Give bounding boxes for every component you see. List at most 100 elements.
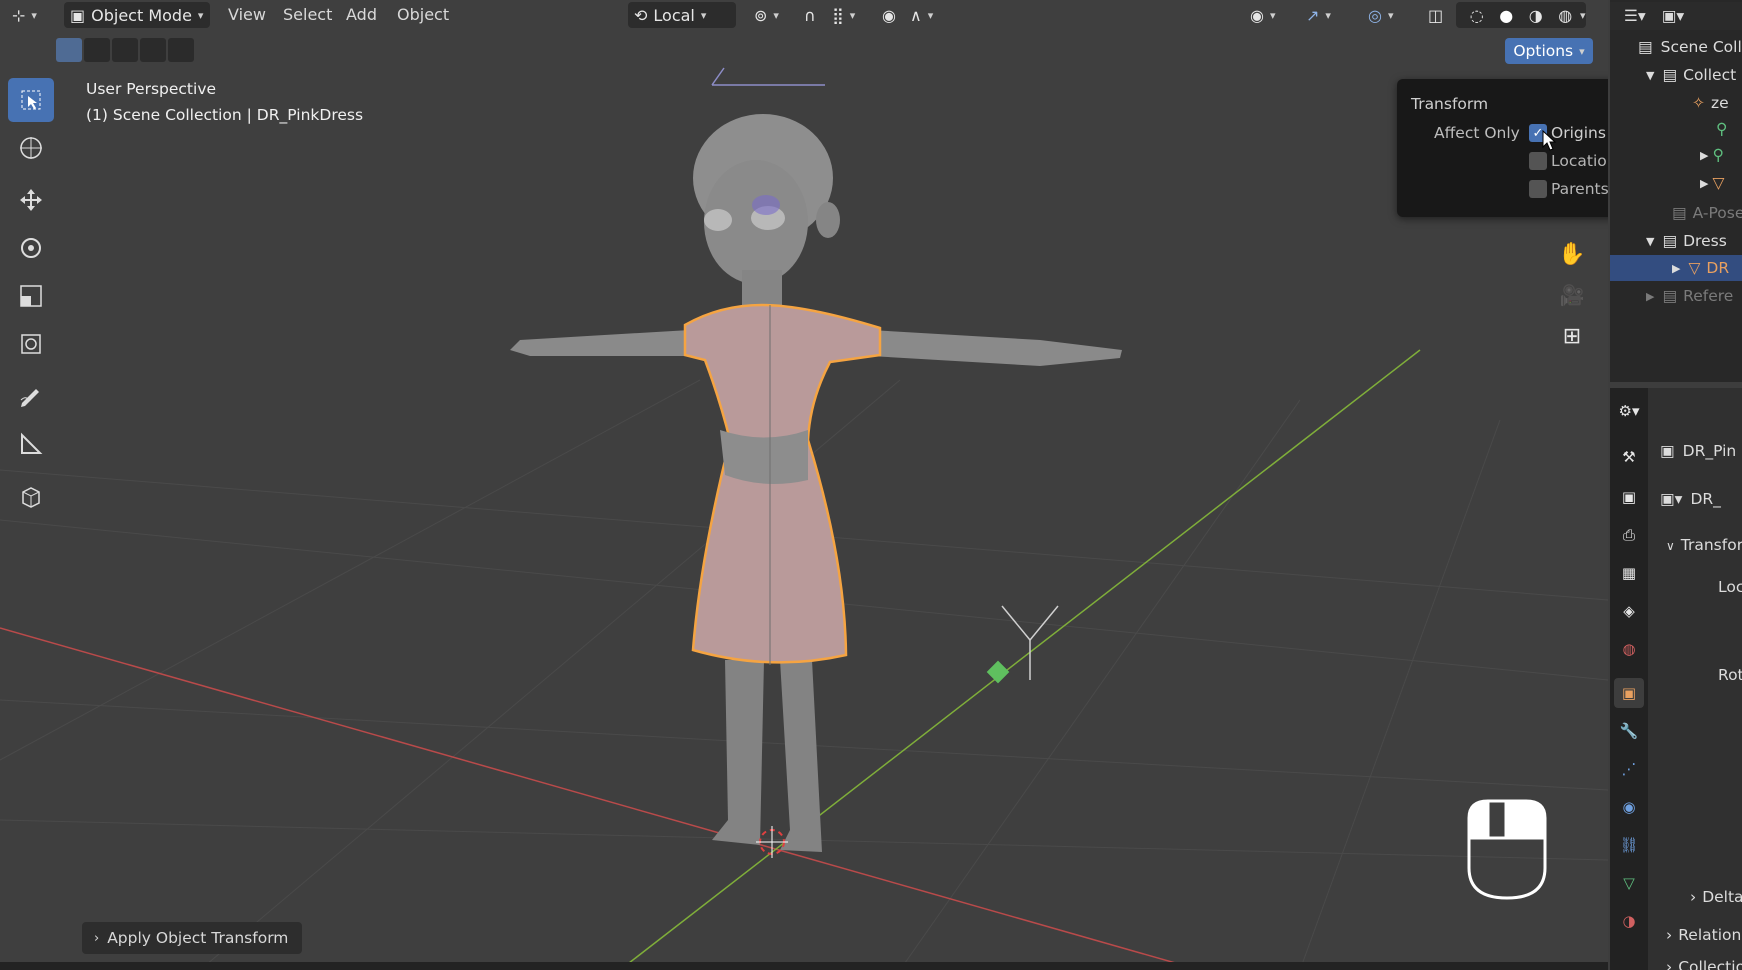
- outliner-row-reference[interactable]: ▶ ▤ Refere: [1610, 283, 1742, 309]
- character-mesh[interactable]: [510, 114, 1122, 852]
- transform-orientation-dropdown[interactable]: ⟲ Local ▾: [628, 2, 736, 28]
- visibility-button[interactable]: ◉ ▾: [1244, 2, 1282, 28]
- tab-output[interactable]: ⎙: [1614, 520, 1644, 550]
- snap-toggle[interactable]: ∩: [798, 2, 822, 28]
- properties-editor-icon: ⚙▾: [1618, 402, 1640, 420]
- scene-canvas[interactable]: [0, 0, 1608, 970]
- mouse-pointer-icon: [1542, 130, 1557, 151]
- menu-view[interactable]: View: [228, 3, 266, 27]
- delta-panel-header[interactable]: › Delta: [1690, 888, 1742, 906]
- outliner-row-mesh[interactable]: ▶ ▽: [1610, 170, 1742, 196]
- cursor-tool[interactable]: [8, 126, 54, 170]
- menu-add[interactable]: Add: [346, 3, 377, 27]
- mesh-icon: ▽: [1712, 174, 1725, 192]
- select-extend-icon[interactable]: [84, 38, 110, 62]
- outliner-row-bone[interactable]: ▶ ⚲: [1610, 142, 1742, 168]
- outliner-row-label: Dress: [1683, 232, 1727, 250]
- relations-panel-header[interactable]: › Relation: [1666, 926, 1741, 944]
- outliner-editor-icon[interactable]: ☰▾: [1624, 7, 1646, 25]
- tab-material[interactable]: ◑: [1614, 906, 1644, 936]
- annotate-tool[interactable]: [8, 374, 54, 418]
- transform-panel-header[interactable]: ∨ Transfor: [1666, 536, 1742, 554]
- tab-scene[interactable]: ◈: [1614, 596, 1644, 626]
- expand-arrow-icon[interactable]: ▶: [1700, 149, 1708, 162]
- chevron-down-icon: ▾: [31, 8, 37, 22]
- expand-arrow-icon[interactable]: ▶: [1672, 262, 1680, 275]
- xray-toggle[interactable]: ◫: [1422, 2, 1449, 28]
- tab-render[interactable]: ▣: [1614, 482, 1644, 512]
- menu-select[interactable]: Select: [283, 3, 332, 27]
- editor-type-button[interactable]: ⊹ ▾: [6, 2, 43, 28]
- expand-arrow-icon[interactable]: ▶: [1700, 177, 1708, 190]
- overlay-toggle[interactable]: ◎ ▾: [1362, 2, 1400, 28]
- expand-arrow-icon[interactable]: ▼: [1646, 69, 1654, 82]
- pivot-point-button[interactable]: ⊚ ▾: [748, 2, 785, 28]
- perspective-toggle-button[interactable]: ⊞: [1555, 319, 1589, 353]
- scale-tool[interactable]: [8, 274, 54, 318]
- tab-tool[interactable]: ⚒: [1614, 442, 1644, 472]
- display-mode-icon[interactable]: ▣▾: [1662, 7, 1684, 25]
- falloff-curve-icon: ∧: [910, 5, 922, 25]
- outliner-row-apose[interactable]: ▤ A-Pose: [1610, 200, 1742, 226]
- outliner-row-armature[interactable]: ✧ ze: [1610, 90, 1742, 116]
- outliner-row-collection[interactable]: ▼ ▤ Collect: [1610, 62, 1742, 88]
- 3d-viewport[interactable]: ⊹ ▾ ▣ Object Mode ▾ View Select Add Objec…: [0, 0, 1608, 970]
- properties-editor-button[interactable]: ⚙▾: [1614, 396, 1644, 426]
- wireframe-shading-icon[interactable]: ◌: [1470, 6, 1484, 25]
- gizmo-toggle[interactable]: ↗ ▾: [1300, 2, 1337, 28]
- collections-panel-header[interactable]: › Collectio: [1666, 958, 1742, 970]
- select-box-tool[interactable]: [8, 78, 54, 122]
- outliner-row-label: Collect: [1683, 66, 1737, 84]
- locations-checkbox[interactable]: Locations: [1529, 152, 1608, 170]
- tab-constraints[interactable]: ⛓: [1614, 830, 1644, 860]
- select-invert-icon[interactable]: [140, 38, 166, 62]
- checkbox-icon: [1529, 180, 1547, 198]
- empty-marker[interactable]: [986, 660, 1010, 684]
- camera-view-button[interactable]: 🎥: [1555, 278, 1589, 312]
- eye-icon: ◉: [1250, 5, 1264, 25]
- 3d-cursor[interactable]: [756, 826, 788, 858]
- options-button[interactable]: Options ▾: [1505, 38, 1593, 64]
- tab-physics[interactable]: ◉: [1614, 792, 1644, 822]
- panel-label: Relation: [1678, 926, 1742, 944]
- select-new-icon[interactable]: [56, 38, 82, 62]
- last-operator-panel[interactable]: › Apply Object Transform: [82, 922, 302, 954]
- object-name-field[interactable]: ▣ DR_Pin: [1660, 442, 1736, 460]
- outliner-row-dress[interactable]: ▼ ▤ Dress: [1610, 228, 1742, 254]
- data-name-field[interactable]: ▣▾ DR_: [1660, 490, 1721, 508]
- rotate-tool[interactable]: [8, 226, 54, 270]
- move-tool[interactable]: [8, 178, 54, 222]
- expand-arrow-icon[interactable]: ▶: [1646, 290, 1654, 303]
- menu-object[interactable]: Object: [397, 3, 449, 27]
- tab-particles[interactable]: ⋰: [1614, 754, 1644, 784]
- transform-tool[interactable]: [8, 322, 54, 366]
- chevron-down-icon: ▾: [1325, 8, 1331, 22]
- expand-arrow-icon[interactable]: ▼: [1646, 235, 1654, 248]
- tab-world[interactable]: ◍: [1614, 634, 1644, 664]
- material-shading-icon[interactable]: ◑: [1529, 6, 1543, 25]
- mode-dropdown[interactable]: ▣ Object Mode ▾: [64, 2, 210, 28]
- solid-shading-icon[interactable]: ●: [1499, 6, 1513, 25]
- tab-modifiers[interactable]: 🔧: [1614, 716, 1644, 746]
- measure-tool[interactable]: [8, 422, 54, 466]
- select-subtract-icon[interactable]: [112, 38, 138, 62]
- tab-view-layer[interactable]: ▦: [1614, 558, 1644, 588]
- pan-view-button[interactable]: ✋: [1555, 237, 1589, 271]
- select-intersect-icon[interactable]: [168, 38, 194, 62]
- proportional-edit-toggle[interactable]: ◉: [876, 2, 902, 28]
- falloff-button[interactable]: ∧ ▾: [904, 2, 939, 28]
- outliner-row-scene[interactable]: ▤ Scene Coll: [1610, 34, 1742, 60]
- outliner-row-pose-bone[interactable]: ⚲: [1610, 116, 1742, 142]
- last-operator-label: Apply Object Transform: [107, 929, 289, 947]
- tab-object[interactable]: ▣: [1614, 678, 1644, 708]
- snap-target-button[interactable]: ⣿ ▾: [826, 2, 861, 28]
- outliner-row-dr-pinkdress[interactable]: ▶ ▽ DR: [1610, 255, 1742, 281]
- shading-options-button[interactable]: ▾: [1568, 2, 1592, 28]
- add-cube-tool[interactable]: [8, 474, 54, 518]
- tab-data[interactable]: ▽: [1614, 868, 1644, 898]
- origins-checkbox[interactable]: ✓ Origins: [1529, 124, 1606, 142]
- parents-checkbox[interactable]: Parents: [1529, 180, 1608, 198]
- chevron-down-icon: ▾: [1387, 8, 1394, 22]
- scale-icon: [20, 285, 42, 307]
- xray-icon: ◫: [1428, 5, 1444, 25]
